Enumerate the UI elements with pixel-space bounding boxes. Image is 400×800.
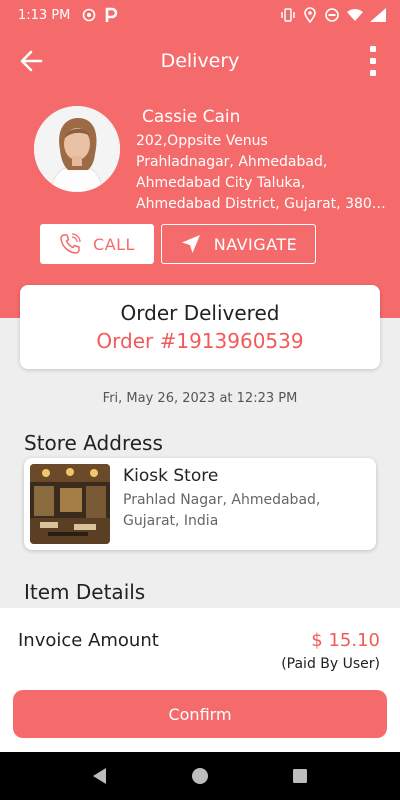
customer-address-line: Ahmedabad District, Gujarat, 3800... <box>136 196 388 212</box>
navigate-label: NAVIGATE <box>213 234 298 254</box>
settings-icon <box>82 8 96 22</box>
wifi-icon <box>347 9 363 21</box>
order-status-card: Order Delivered Order #1913960539 <box>20 285 380 369</box>
navigation-arrow-icon <box>181 235 200 253</box>
customer-name: Cassie Cain <box>142 107 241 127</box>
item-details-title: Item Details <box>24 580 146 604</box>
vibrate-icon <box>281 8 295 22</box>
status-time: 1:13 PM <box>18 8 71 23</box>
system-navigation-bar <box>0 752 400 800</box>
more-vertical-icon <box>370 46 376 52</box>
store-address-line: Prahlad Nagar, Ahmedabad, <box>123 492 321 508</box>
triangle-back-icon <box>93 768 106 784</box>
customer-address-line: Prahladnagar, Ahmedabad, <box>136 154 328 170</box>
nav-back-button[interactable] <box>89 766 109 786</box>
nav-recents-button[interactable] <box>290 766 310 786</box>
customer-address: 202,Oppsite Venus Prahladnagar, Ahmedaba… <box>136 131 388 215</box>
customer-address-line: 202,Oppsite Venus <box>136 133 268 149</box>
call-label: CALL <box>93 234 135 254</box>
circle-home-icon <box>192 768 208 784</box>
parking-icon <box>105 7 118 22</box>
page-title: Delivery <box>160 50 240 72</box>
location-icon <box>304 7 316 23</box>
invoice-label: Invoice Amount <box>18 630 159 651</box>
more-options-button[interactable] <box>366 46 380 76</box>
store-name: Kiosk Store <box>123 466 219 486</box>
paid-by-label: (Paid By User) <box>281 656 380 672</box>
order-number: Order #1913960539 <box>96 329 304 353</box>
order-status: Order Delivered <box>120 301 280 325</box>
navigate-button[interactable]: NAVIGATE <box>161 224 316 264</box>
store-section-title: Store Address <box>24 431 163 455</box>
store-image <box>30 464 110 544</box>
nav-home-button[interactable] <box>190 766 210 786</box>
header: Delivery Cassie Cain 202,Oppsite Venus P… <box>0 32 400 318</box>
status-bar: 1:13 PM <box>0 0 400 32</box>
customer-address-line: Ahmedabad City Taluka, <box>136 175 306 191</box>
invoice-panel: Invoice Amount $ 15.10 (Paid By User) Co… <box>0 608 400 752</box>
invoice-amount: $ 15.10 <box>311 630 380 651</box>
customer-avatar <box>34 106 120 192</box>
square-recents-icon <box>293 769 307 783</box>
call-button[interactable]: CALL <box>40 224 154 264</box>
dnd-icon <box>325 8 339 22</box>
confirm-button[interactable]: Confirm <box>13 690 387 738</box>
store-card[interactable]: Kiosk Store Prahlad Nagar, Ahmedabad, Gu… <box>24 458 376 550</box>
phone-icon <box>60 233 81 254</box>
store-address: Prahlad Nagar, Ahmedabad, Gujarat, India <box>123 490 320 532</box>
order-date: Fri, May 26, 2023 at 12:23 PM <box>102 391 298 406</box>
battery-icon <box>370 8 386 22</box>
store-address-line: Gujarat, India <box>123 513 219 529</box>
